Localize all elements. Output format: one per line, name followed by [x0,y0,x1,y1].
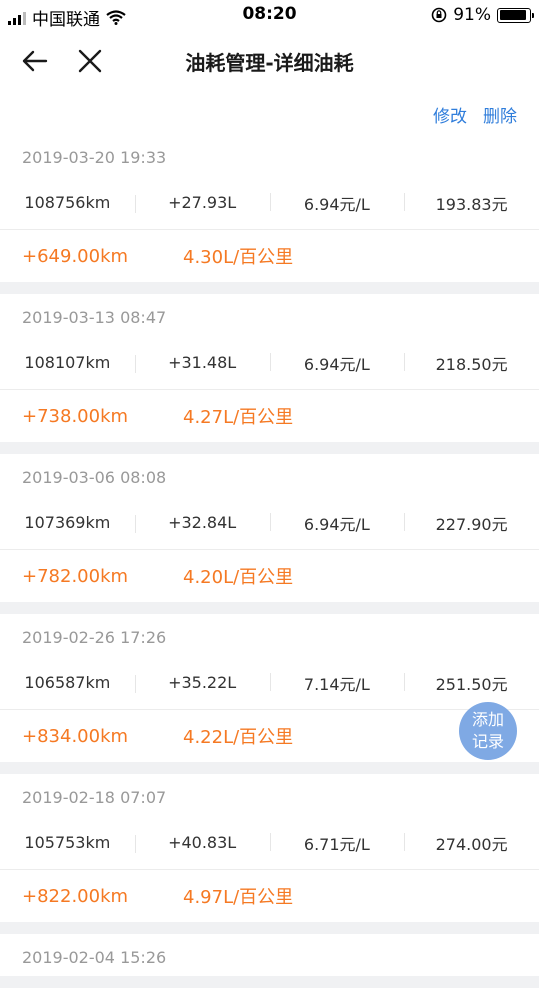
record-distance: +834.00km [22,725,129,747]
record-odometer: 108756km [24,193,111,212]
record-card[interactable]: 2019-02-04 15:26 [0,934,539,976]
record-consumption: 4.27L/百公里 [183,407,294,428]
edit-button[interactable]: 修改 [433,102,467,127]
action-bar: 修改 删除 [0,92,539,134]
nav-bar: 油耗管理-详细油耗 [0,30,539,92]
record-cost: 251.50元 [404,671,539,695]
record-card[interactable]: 2019-02-26 17:26 106587km +35.22L 7.14元/… [0,614,539,762]
record-card[interactable]: 2019-02-18 07:07 105753km +40.83L 6.71元/… [0,774,539,922]
record-fuel: +40.83L [134,833,270,853]
record-fuel: +35.22L [134,673,270,693]
record-cost: 227.90元 [404,511,539,535]
record-stats-row: +834.00km 4.22L/百公里 [0,710,539,762]
delete-button[interactable]: 删除 [483,102,517,127]
record-price: 6.94元/L [269,351,405,375]
page-title: 油耗管理-详细油耗 [185,51,354,75]
record-card[interactable]: 2019-03-06 08:08 107369km +32.84L 6.94元/… [0,454,539,602]
record-values-row: 105753km +40.83L 6.71元/L 274.00元 [0,816,539,870]
record-distance: +822.00km [22,885,129,907]
record-list: 2019-03-20 19:33 108756km +27.93L 6.94元/… [0,134,539,988]
record-datetime: 2019-03-06 08:08 [22,468,167,487]
record-price: 6.94元/L [269,511,405,535]
add-record-label-line2: 记录 [471,732,504,751]
battery-percent: 91% [453,5,491,25]
record-odometer: 105753km [24,833,111,852]
record-consumption: 4.22L/百公里 [183,727,294,748]
record-consumption: 4.97L/百公里 [183,887,294,908]
orientation-lock-icon [431,7,447,23]
record-distance: +782.00km [22,565,129,587]
add-record-button[interactable]: 添加 记录 [459,702,517,760]
status-bar: 中国联通 08:20 91% [0,0,539,30]
record-cost: 218.50元 [404,351,539,375]
record-stats-row: +649.00km 4.30L/百公里 [0,230,539,282]
record-distance: +738.00km [22,405,129,427]
record-price: 7.14元/L [269,671,405,695]
record-datetime: 2019-02-18 07:07 [22,788,167,807]
record-datetime: 2019-03-20 19:33 [22,148,167,167]
record-odometer: 107369km [24,513,111,532]
record-cost: 274.00元 [404,831,539,855]
record-stats-row: +782.00km 4.20L/百公里 [0,550,539,602]
record-consumption: 4.30L/百公里 [183,247,294,268]
record-values-row: 106587km +35.22L 7.14元/L 251.50元 [0,656,539,710]
record-fuel: +31.48L [134,353,270,373]
record-stats-row: +822.00km 4.97L/百公里 [0,870,539,922]
record-fuel: +27.93L [134,193,270,213]
record-stats-row: +738.00km 4.27L/百公里 [0,390,539,442]
record-distance: +649.00km [22,245,129,267]
record-cost: 193.83元 [404,191,539,215]
record-datetime: 2019-03-13 08:47 [22,308,167,327]
record-datetime: 2019-02-04 15:26 [22,948,167,967]
record-consumption: 4.20L/百公里 [183,567,294,588]
record-card[interactable]: 2019-03-13 08:47 108107km +31.48L 6.94元/… [0,294,539,442]
record-card[interactable]: 2019-03-20 19:33 108756km +27.93L 6.94元/… [0,134,539,282]
record-fuel: +32.84L [134,513,270,533]
add-record-label-line1: 添加 [471,710,504,729]
record-price: 6.94元/L [269,191,405,215]
record-odometer: 108107km [24,353,111,372]
record-price: 6.71元/L [269,831,405,855]
battery-icon [497,7,534,23]
status-right: 91% [431,5,534,25]
record-values-row: 108756km +27.93L 6.94元/L 193.83元 [0,176,539,230]
record-odometer: 106587km [24,673,111,692]
record-values-row: 107369km +32.84L 6.94元/L 227.90元 [0,496,539,550]
record-datetime: 2019-02-26 17:26 [22,628,167,647]
record-values-row: 108107km +31.48L 6.94元/L 218.50元 [0,336,539,390]
